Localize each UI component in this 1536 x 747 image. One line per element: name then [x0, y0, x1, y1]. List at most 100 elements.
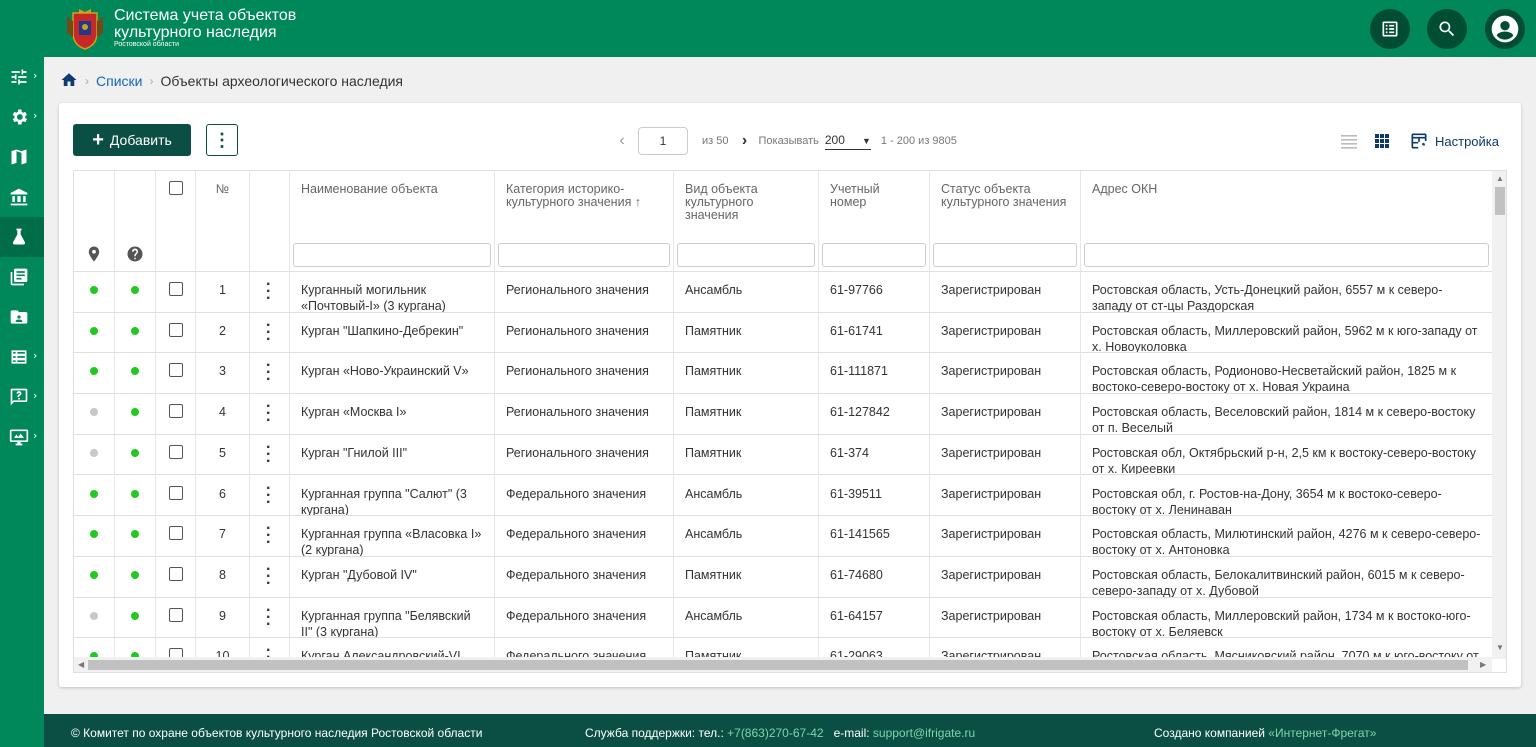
row-menu-button[interactable]: ··· [266, 602, 271, 632]
header-num[interactable]: № [196, 171, 250, 238]
filter-status-input[interactable] [933, 243, 1077, 267]
app-header: Система учета объектов культурного насле… [44, 0, 1536, 57]
object-category: Федерального значения [495, 475, 674, 516]
sidebar-item-documents[interactable] [0, 297, 44, 337]
object-name[interactable]: Курганная группа "Белявский II" (3 курга… [290, 597, 495, 638]
map-icon [11, 149, 27, 165]
object-name[interactable]: Курганный могильник «Почтовый-I» (3 кург… [290, 272, 495, 312]
header-status[interactable]: Статус объекта культурного значения [930, 171, 1081, 238]
company-link[interactable]: «Интернет-Фрегат» [1265, 726, 1376, 740]
support-email[interactable]: support@ifrigate.ru [870, 726, 975, 740]
sidebar-item-museum[interactable] [0, 177, 44, 217]
object-name[interactable]: Курган «Москва I» [290, 394, 495, 434]
row-menu-button[interactable]: ··· [266, 521, 271, 551]
row-checkbox[interactable] [169, 363, 183, 378]
row-number: 6 [196, 475, 250, 516]
filter-geo[interactable] [74, 238, 115, 271]
sidebar-item-map[interactable] [0, 137, 44, 177]
row-menu-button[interactable]: ··· [266, 277, 271, 307]
list-view-button[interactable] [1340, 132, 1358, 155]
info-status-dot [131, 408, 139, 417]
header-address[interactable]: Адрес ОКН [1081, 171, 1492, 238]
sidebar-item-monitor[interactable]: › [0, 417, 44, 457]
row-menu-button[interactable]: ··· [266, 399, 271, 429]
vertical-scrollbar[interactable]: ▲ ▼ [1492, 171, 1506, 659]
object-name[interactable]: Курган "Дубовой IV" [290, 556, 495, 597]
filter-kind-input[interactable] [677, 243, 815, 267]
grid-view-button[interactable] [1373, 132, 1391, 155]
chevron-right-icon: › [33, 109, 38, 122]
sidebar-item-help[interactable]: › [0, 377, 44, 417]
row-checkbox[interactable] [169, 566, 183, 581]
filter-empty [250, 238, 290, 271]
table-settings-button[interactable]: Настройка [1409, 131, 1499, 151]
table-row[interactable]: 2 · · · Курган "Шапкино-Дебрекин" Регионально… [74, 312, 1492, 354]
row-number: 1 [196, 272, 250, 312]
per-page-select[interactable]: 200 ▼ [824, 133, 871, 150]
page-number-input[interactable]: 1 [638, 127, 688, 155]
row-checkbox[interactable] [169, 404, 183, 419]
table-row[interactable]: 3 · · · Курган «Ново-Украинский V» Региональн… [74, 353, 1492, 395]
row-checkbox[interactable] [169, 282, 183, 296]
row-checkbox[interactable] [169, 444, 183, 459]
table-row[interactable]: 1 · · · Курганный могильник «Почтовый-I» (3 … [74, 272, 1492, 313]
table-row[interactable]: 6 · · · Курганная группа "Салют" (3 кургана)… [74, 475, 1492, 517]
filter-address-input[interactable] [1084, 243, 1489, 267]
table-row[interactable]: 4 · · · Курган «Москва I» Регионального значе… [74, 394, 1492, 435]
info-status-cell [115, 272, 156, 312]
row-menu-button[interactable]: ··· [266, 561, 271, 591]
scroll-left-arrow[interactable]: ◀ [78, 660, 84, 669]
filter-info[interactable] [115, 238, 156, 271]
sidebar-item-registry[interactable] [0, 257, 44, 297]
breadcrumb-lists[interactable]: Списки [96, 73, 142, 89]
header-category[interactable]: Категория историко-культурного значения … [495, 171, 674, 238]
horizontal-scrollbar[interactable]: ◀ ▶ [74, 657, 1492, 672]
object-name[interactable]: Курганная группа «Власовка I» (2 кургана… [290, 516, 495, 556]
table-row[interactable]: 9 · · · Курганная группа "Белявский II" (3 к… [74, 597, 1492, 639]
table-row[interactable]: 7 · · · Курганная группа «Власовка I» (2 кур… [74, 516, 1492, 557]
row-menu-button[interactable]: ··· [266, 439, 271, 469]
filter-reg-num-input[interactable] [822, 243, 926, 267]
object-name[interactable]: Курган "Гнилой III" [290, 434, 495, 475]
gear-icon [12, 109, 28, 125]
scroll-down-arrow[interactable]: ▼ [1496, 643, 1504, 652]
row-checkbox[interactable] [169, 607, 183, 622]
account-button[interactable] [1485, 9, 1525, 49]
row-checkbox[interactable] [169, 526, 183, 541]
table-row[interactable]: 5 · · · Курган "Гнилой III" Регионального зна… [74, 434, 1492, 476]
sidebar-item-lists[interactable]: › [0, 337, 44, 377]
object-name[interactable]: Курган "Шапкино-Дебрекин" [290, 312, 495, 353]
filter-category-input[interactable] [498, 243, 670, 267]
row-menu-button[interactable]: ··· [266, 480, 271, 510]
row-checkbox[interactable] [169, 485, 183, 500]
table-row[interactable]: 8 · · · Курган "Дубовой IV" Федерального знач… [74, 556, 1492, 598]
row-menu-button[interactable]: ··· [266, 317, 271, 347]
documents-button[interactable] [1370, 9, 1410, 49]
filter-name-input[interactable] [293, 243, 491, 267]
object-name[interactable]: Курганная группа "Салют" (3 кургана) [290, 475, 495, 516]
horizontal-scroll-thumb[interactable] [88, 660, 1468, 670]
home-link[interactable] [60, 71, 78, 92]
row-number: 7 [196, 516, 250, 556]
next-page-button[interactable]: › [734, 132, 754, 150]
select-all-checkbox[interactable] [169, 181, 183, 195]
sidebar-item-filters[interactable]: › [0, 57, 44, 97]
object-address: Ростовская обл, Октябрьский р-н, 2,5 км … [1092, 445, 1476, 475]
header-kind[interactable]: Вид объекта культурного значения [674, 171, 819, 238]
header-reg-num[interactable]: Учетный номер [819, 171, 930, 238]
prev-page-button[interactable]: ‹ [612, 132, 632, 150]
geo-status-dot [90, 408, 98, 417]
support-phone[interactable]: +7(863)270-67-42 [724, 726, 823, 740]
add-button[interactable]: + Добавить [73, 124, 191, 156]
header-name[interactable]: Наименование объекта [290, 171, 495, 238]
scroll-up-arrow[interactable]: ▲ [1496, 174, 1504, 183]
scroll-right-arrow[interactable]: ▶ [1480, 660, 1486, 669]
sidebar-item-archaeology[interactable] [0, 217, 44, 257]
row-checkbox[interactable] [169, 322, 183, 337]
object-name[interactable]: Курган «Ново-Украинский V» [290, 353, 495, 394]
more-actions-button[interactable]: ⋮ [206, 124, 238, 156]
search-button[interactable] [1427, 9, 1467, 49]
sidebar-item-settings[interactable]: › [0, 97, 44, 137]
vertical-scroll-thumb[interactable] [1495, 187, 1505, 215]
row-menu-button[interactable]: ··· [266, 358, 271, 388]
